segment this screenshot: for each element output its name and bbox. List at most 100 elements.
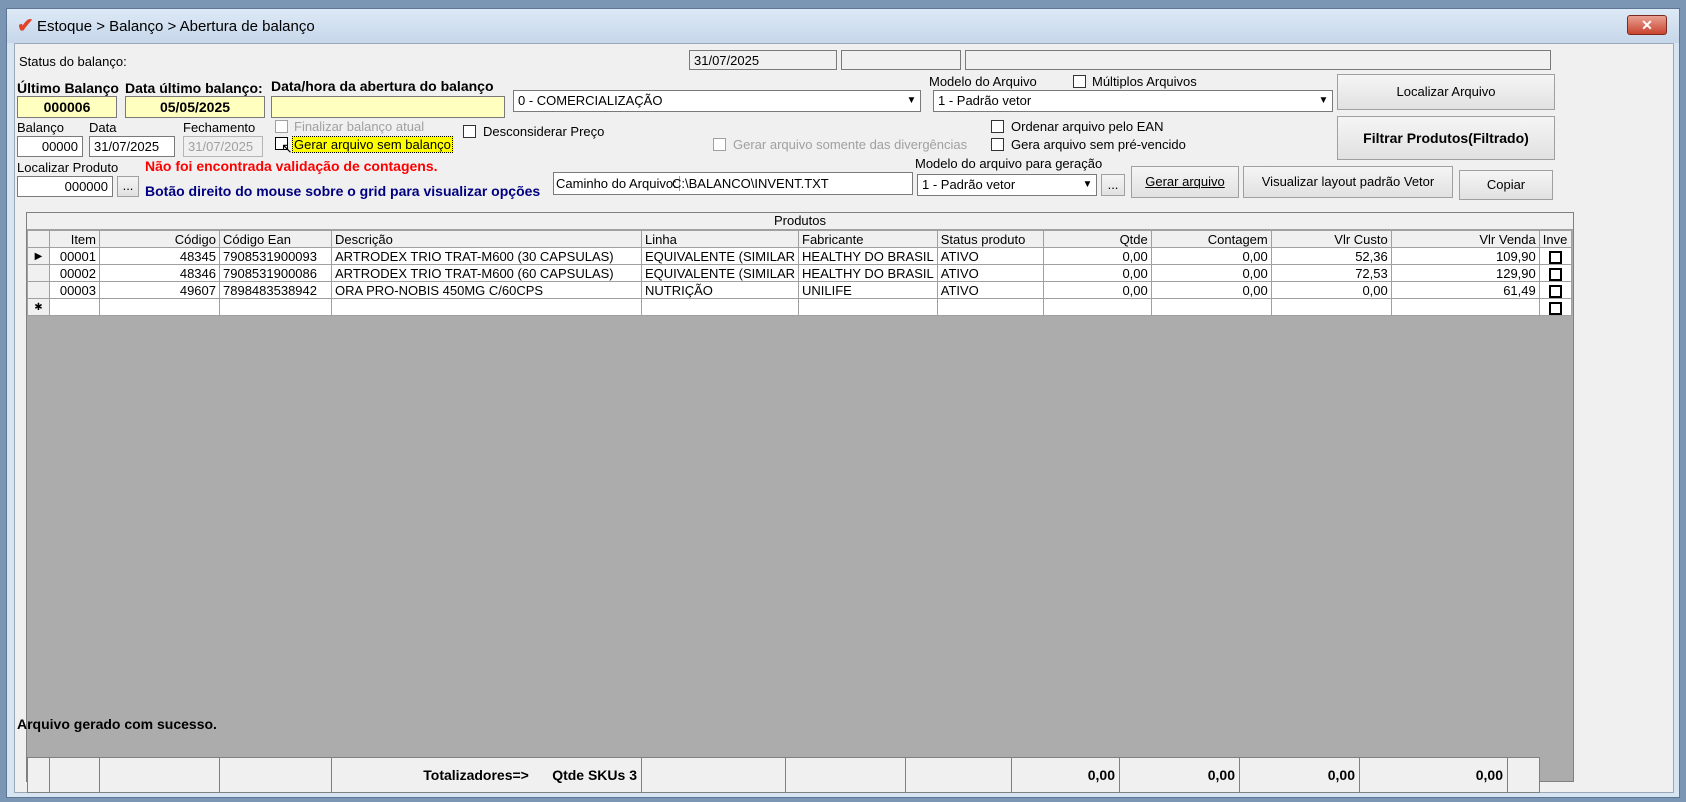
cell-item[interactable]: 00002 — [49, 264, 100, 282]
filtrar-produtos-button[interactable]: Filtrar Produtos(Filtrado) — [1337, 116, 1555, 160]
new-row[interactable]: ✱ — [27, 298, 1572, 316]
new-cell[interactable] — [1390, 298, 1540, 316]
column-header-custo[interactable]: Vlr Custo — [1270, 230, 1392, 248]
cell-item[interactable]: 00001 — [49, 247, 100, 265]
cell-fabricante[interactable]: HEALTHY DO BRASIL — [798, 264, 938, 282]
cell-codigo[interactable]: 49607 — [99, 281, 220, 299]
cell-status[interactable]: ATIVO — [936, 281, 1044, 299]
table-row[interactable]: ▶ 00001 48345 7908531900093 ARTRODEX TRI… — [27, 247, 1572, 265]
cell-inve[interactable] — [1538, 298, 1572, 316]
column-header-qtde[interactable]: Qtde — [1042, 230, 1152, 248]
cell-qtde[interactable]: 0,00 — [1042, 264, 1152, 282]
new-cell[interactable] — [49, 298, 100, 316]
chevron-down-icon[interactable]: ▼ — [1314, 91, 1332, 111]
new-cell[interactable] — [99, 298, 220, 316]
new-cell[interactable] — [331, 298, 642, 316]
new-cell[interactable] — [219, 298, 332, 316]
cell-inve[interactable] — [1538, 247, 1572, 265]
new-cell[interactable] — [1042, 298, 1152, 316]
cell-status[interactable]: ATIVO — [936, 247, 1044, 265]
column-header-contagem[interactable]: Contagem — [1150, 230, 1272, 248]
inve-checkbox[interactable] — [1548, 301, 1562, 315]
totals-spacer — [219, 757, 332, 793]
inve-checkbox[interactable] — [1548, 250, 1562, 264]
cell-ean[interactable]: 7908531900093 — [219, 247, 332, 265]
cell-inve[interactable] — [1538, 264, 1572, 282]
new-cell[interactable] — [798, 298, 938, 316]
cell-descricao[interactable]: ARTRODEX TRIO TRAT-M600 (30 CAPSULAS) — [331, 247, 642, 265]
cell-contagem[interactable]: 0,00 — [1150, 247, 1272, 265]
cell-ean[interactable]: 7908531900086 — [219, 264, 332, 282]
sem-pre-vencido-label: Gera arquivo sem pré-vencido — [1011, 137, 1186, 152]
chevron-down-icon[interactable]: ▼ — [902, 91, 920, 111]
cell-codigo[interactable]: 48346 — [99, 264, 220, 282]
produtos-table[interactable]: Item Código Código Ean Descrição Linha F… — [27, 230, 1572, 316]
column-header-item[interactable]: Item — [49, 230, 100, 248]
modelo-geracao-ellipsis-button[interactable]: ... — [1101, 174, 1125, 196]
copiar-button[interactable]: Copiar — [1459, 170, 1553, 200]
cell-fabricante[interactable]: HEALTHY DO BRASIL — [798, 247, 938, 265]
grid-header-row: Item Código Código Ean Descrição Linha F… — [27, 230, 1572, 248]
table-row[interactable]: 00003 49607 7898483538942 ORA PRO-NOBIS … — [27, 281, 1572, 299]
cell-descricao[interactable]: ORA PRO-NOBIS 450MG C/60CPS — [331, 281, 642, 299]
column-header-descricao[interactable]: Descrição — [331, 230, 642, 248]
cell-inve[interactable] — [1538, 281, 1572, 299]
tipo-balanco-select[interactable]: 0 - COMERCIALIZAÇÃO ▼ — [513, 90, 921, 112]
localizar-arquivo-button[interactable]: Localizar Arquivo — [1337, 74, 1555, 110]
abertura-field[interactable] — [271, 96, 505, 118]
cell-status[interactable]: ATIVO — [936, 264, 1044, 282]
column-header-status[interactable]: Status produto — [936, 230, 1044, 248]
close-button[interactable]: ✕ — [1627, 15, 1667, 35]
cell-descricao[interactable]: ARTRODEX TRIO TRAT-M600 (60 CAPSULAS) — [331, 264, 642, 282]
inve-checkbox[interactable] — [1548, 284, 1562, 298]
cell-linha[interactable]: NUTRIÇÃO — [640, 281, 800, 299]
mouse-cursor-icon: ↖ — [281, 140, 293, 156]
inve-checkbox[interactable] — [1548, 267, 1562, 281]
cell-custo[interactable]: 72,53 — [1270, 264, 1392, 282]
new-cell[interactable] — [936, 298, 1044, 316]
cell-contagem[interactable]: 0,00 — [1150, 281, 1272, 299]
column-header-linha[interactable]: Linha — [640, 230, 800, 248]
cell-linha[interactable]: EQUIVALENTE (SIMILAR — [640, 247, 800, 265]
column-header-inve[interactable]: Inve — [1538, 230, 1572, 248]
finalizar-checkbox[interactable] — [275, 120, 288, 133]
chevron-down-icon[interactable]: ▼ — [1078, 175, 1096, 195]
sem-pre-vencido-checkbox[interactable] — [991, 138, 1004, 151]
data-field[interactable]: 31/07/2025 — [89, 136, 175, 157]
cell-linha[interactable]: EQUIVALENTE (SIMILAR — [640, 264, 800, 282]
cell-fabricante[interactable]: UNILIFE — [798, 281, 938, 299]
ordenar-ean-checkbox[interactable] — [991, 120, 1004, 133]
desconsiderar-checkbox[interactable] — [463, 125, 476, 138]
column-header-venda[interactable]: Vlr Venda — [1390, 230, 1540, 248]
column-header-codigo[interactable]: Código — [99, 230, 220, 248]
modelo-geracao-select[interactable]: 1 - Padrão vetor ▼ — [917, 174, 1097, 196]
cell-qtde[interactable]: 0,00 — [1042, 247, 1152, 265]
modelo-arquivo-select[interactable]: 1 - Padrão vetor ▼ — [933, 90, 1333, 112]
gerar-arquivo-button[interactable]: Gerar arquivo — [1131, 166, 1239, 198]
produtos-grid[interactable]: Produtos Item Código Código Ean Descriçã… — [26, 212, 1574, 793]
cell-venda[interactable]: 109,90 — [1390, 247, 1540, 265]
cell-qtde[interactable]: 0,00 — [1042, 281, 1152, 299]
cell-custo[interactable]: 52,36 — [1270, 247, 1392, 265]
column-header-fabricante[interactable]: Fabricante — [798, 230, 938, 248]
caminho-field[interactable]: C:\BALANCO\INVENT.TXT — [672, 176, 829, 191]
new-cell[interactable] — [1150, 298, 1272, 316]
somente-divergencias-checkbox[interactable] — [713, 138, 726, 151]
new-cell[interactable] — [1270, 298, 1392, 316]
caminho-container: Caminho do Arquivo: C:\BALANCO\INVENT.TX… — [553, 172, 913, 195]
multiplos-checkbox[interactable] — [1073, 75, 1086, 88]
cell-custo[interactable]: 0,00 — [1270, 281, 1392, 299]
cell-ean[interactable]: 7898483538942 — [219, 281, 332, 299]
visualizar-layout-button[interactable]: Visualizar layout padrão Vetor — [1243, 166, 1453, 198]
balanco-field[interactable]: 00000 — [17, 136, 83, 157]
cell-venda[interactable]: 61,49 — [1390, 281, 1540, 299]
cell-contagem[interactable]: 0,00 — [1150, 264, 1272, 282]
column-header-ean[interactable]: Código Ean — [219, 230, 332, 248]
cell-venda[interactable]: 129,90 — [1390, 264, 1540, 282]
table-row[interactable]: 00002 48346 7908531900086 ARTRODEX TRIO … — [27, 264, 1572, 282]
cell-codigo[interactable]: 48345 — [99, 247, 220, 265]
new-cell[interactable] — [640, 298, 800, 316]
localizar-produto-ellipsis-button[interactable]: ... — [117, 176, 139, 197]
localizar-produto-field[interactable]: 000000 — [17, 176, 113, 197]
cell-item[interactable]: 00003 — [49, 281, 100, 299]
